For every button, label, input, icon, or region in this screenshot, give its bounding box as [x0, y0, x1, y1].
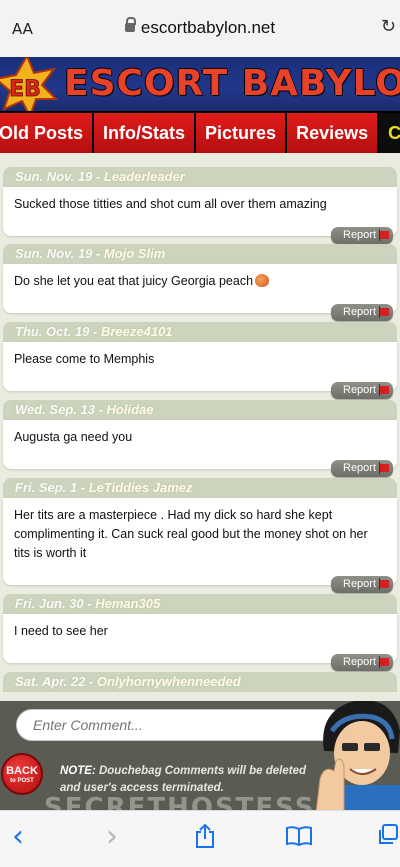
- site-title: ESCORT BABYLON: [64, 63, 400, 104]
- comment-text: Do she let you eat that juicy Georgia pe…: [14, 274, 254, 288]
- comment-user[interactable]: Leaderleader: [104, 169, 185, 184]
- site-header: EB ESCORT BABYLON: [0, 57, 400, 113]
- comment-date: Sun. Nov. 19: [15, 169, 93, 184]
- report-label: Report: [343, 229, 377, 241]
- flag-icon: [379, 229, 389, 241]
- watermark: SECRETHOSTESS: [44, 793, 316, 810]
- flag-icon: [379, 578, 389, 590]
- site-nav: Old Posts Info/Stats Pictures Reviews Co…: [0, 113, 400, 153]
- tab-old-posts[interactable]: Old Posts: [0, 113, 95, 153]
- report-button[interactable]: Report: [331, 460, 393, 477]
- comment-policy-note: NOTE: Douchebag Comments will be deleted…: [60, 763, 310, 797]
- comment-card: Fri. Jun. 30 - Heman305 I need to see he…: [3, 594, 397, 671]
- reload-icon[interactable]: ↻: [381, 16, 396, 37]
- flag-icon: [379, 462, 389, 474]
- comment-header: Wed. Sep. 13 - Holidae: [3, 400, 397, 420]
- comment-user[interactable]: Heman305: [95, 596, 160, 611]
- tab-reviews[interactable]: Reviews: [287, 113, 380, 153]
- comment-card: Sun. Nov. 19 - Mojo Slim Do she let you …: [3, 244, 397, 321]
- thumbs-up-mascot-icon: [315, 701, 400, 810]
- note-label: NOTE:: [60, 765, 96, 777]
- comment-header: Sun. Nov. 19 - Leaderleader: [3, 167, 397, 187]
- comment-user[interactable]: LeTiddies Jamez: [89, 480, 193, 495]
- comment-text: Augusta ga need you: [14, 430, 133, 444]
- back-label: BACK: [6, 765, 38, 777]
- report-label: Report: [343, 306, 377, 318]
- comment-header: Fri. Jun. 30 - Heman305: [3, 594, 397, 614]
- report-button[interactable]: Report: [331, 227, 393, 244]
- back-icon[interactable]: ‹: [12, 819, 24, 854]
- comment-date: Fri. Jun. 30: [15, 596, 84, 611]
- report-label: Report: [343, 656, 377, 668]
- comment-text: I need to see her: [14, 624, 108, 638]
- comment-date: Wed. Sep. 13: [15, 402, 95, 417]
- comment-user[interactable]: Breeze4101: [101, 324, 173, 339]
- browser-address-bar: AA escortbabylon.net ↻: [0, 0, 400, 57]
- flag-icon: [379, 384, 389, 396]
- back-sub-label: to POST: [10, 778, 34, 784]
- comment-date: Thu. Oct. 19: [15, 324, 90, 339]
- note-text: Douchebag Comments will be deleted and u…: [60, 765, 307, 794]
- comment-card: Thu. Oct. 19 - Breeze4101 Please come to…: [3, 322, 397, 399]
- comment-entry-panel: BACKto POST NOTE: Douchebag Comments wil…: [0, 701, 400, 810]
- browser-toolbar: ‹ ›: [0, 810, 400, 867]
- comment-header: Sat. Apr. 22 - Onlyhornywhenneeded: [3, 672, 397, 692]
- report-button[interactable]: Report: [331, 382, 393, 399]
- comment-date: Sun. Nov. 19: [15, 246, 93, 261]
- comment-date: Fri. Sep. 1: [15, 480, 78, 495]
- comment-body: Augusta ga need you Report: [3, 420, 397, 477]
- comment-card: Sat. Apr. 22 - Onlyhornywhenneeded: [3, 672, 397, 692]
- share-icon[interactable]: [194, 823, 216, 849]
- report-label: Report: [343, 578, 377, 590]
- comment-card: Wed. Sep. 13 - Holidae Augusta ga need y…: [3, 400, 397, 477]
- url-text: escortbabylon.net: [140, 18, 276, 37]
- comment-text: Please come to Memphis: [14, 352, 155, 366]
- comments-feed[interactable]: Sun. Nov. 19 - Leaderleader Sucked those…: [0, 153, 400, 701]
- comment-body: Please come to Memphis Report: [3, 342, 397, 399]
- tab-info-stats[interactable]: Info/Stats: [94, 113, 197, 153]
- peach-emoji-icon: [255, 274, 270, 287]
- lock-icon: [124, 17, 136, 32]
- site-logo[interactable]: EB: [0, 57, 60, 113]
- comment-header: Sun. Nov. 19 - Mojo Slim: [3, 244, 397, 264]
- forward-icon[interactable]: ›: [106, 819, 118, 854]
- comment-body: Do she let you eat that juicy Georgia pe…: [3, 264, 397, 321]
- bookmarks-icon[interactable]: [285, 825, 313, 847]
- comment-body: I need to see her Report: [3, 614, 397, 671]
- back-to-post-button[interactable]: BACK to POST: [1, 753, 43, 795]
- comment-body: Sucked those titties and shot cum all ov…: [3, 187, 397, 244]
- comment-text: Sucked those titties and shot cum all ov…: [14, 197, 327, 211]
- comment-input[interactable]: [16, 709, 346, 741]
- comment-card: Sun. Nov. 19 - Leaderleader Sucked those…: [3, 167, 397, 244]
- comment-user[interactable]: Holidae: [107, 402, 154, 417]
- report-button[interactable]: Report: [331, 304, 393, 321]
- comment-body: Her tits are a masterpiece . Had my dick…: [3, 498, 397, 593]
- comment-user[interactable]: Mojo Slim: [104, 246, 165, 261]
- report-label: Report: [343, 462, 377, 474]
- url-field[interactable]: escortbabylon.net: [0, 17, 400, 38]
- comment-date: Sat. Apr. 22: [15, 674, 86, 689]
- tab-comments[interactable]: Comments: [379, 113, 400, 153]
- comment-card: Fri. Sep. 1 - LeTiddies Jamez Her tits a…: [3, 478, 397, 593]
- tab-pictures[interactable]: Pictures: [196, 113, 288, 153]
- comment-user[interactable]: Onlyhornywhenneeded: [97, 674, 241, 689]
- flag-icon: [379, 306, 389, 318]
- report-label: Report: [343, 384, 377, 396]
- site-logo-text: EB: [9, 77, 41, 102]
- comment-text: Her tits are a masterpiece . Had my dick…: [14, 508, 368, 560]
- report-button[interactable]: Report: [331, 576, 393, 593]
- comment-header: Fri. Sep. 1 - LeTiddies Jamez: [3, 478, 397, 498]
- tabs-icon[interactable]: [376, 823, 400, 847]
- comment-header: Thu. Oct. 19 - Breeze4101: [3, 322, 397, 342]
- flag-icon: [379, 656, 389, 668]
- report-button[interactable]: Report: [331, 654, 393, 671]
